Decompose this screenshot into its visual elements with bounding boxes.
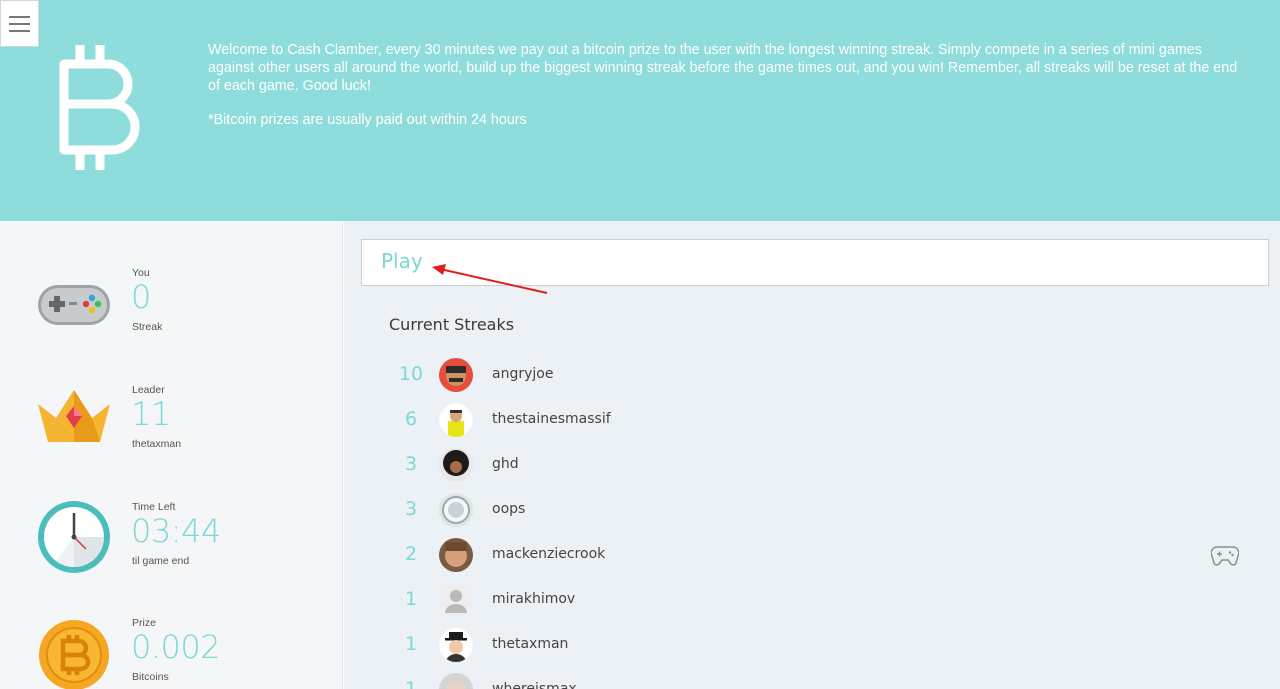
- streak-row: 1 thetaxman: [389, 625, 889, 665]
- menu-button[interactable]: [0, 0, 39, 47]
- stat-time-left: Time Left 03:44 til game end: [0, 501, 343, 591]
- stat-prize-value: 0.002: [131, 628, 221, 666]
- welcome-text: Welcome to Cash Clamber, every 30 minute…: [208, 42, 1238, 94]
- user-avatar[interactable]: [439, 628, 473, 662]
- bitcoin-coin-icon: [39, 620, 109, 689]
- streak-username[interactable]: oops: [492, 501, 525, 517]
- streak-value: 3: [404, 498, 418, 520]
- stat-prize: Prize 0.002 Bitcoins: [0, 617, 343, 689]
- stat-time-sub: til game end: [132, 555, 190, 567]
- streak-username[interactable]: mackenziecrook: [492, 546, 605, 562]
- streak-value: 10: [398, 363, 424, 385]
- user-avatar[interactable]: [439, 448, 473, 482]
- bitcoin-logo-icon: [59, 45, 140, 170]
- user-avatar[interactable]: [439, 538, 473, 572]
- streak-value: 1: [404, 678, 418, 689]
- small-gamepad-icon[interactable]: [1211, 544, 1239, 566]
- user-avatar[interactable]: [439, 358, 473, 392]
- streak-username[interactable]: thestainesmassif: [492, 411, 611, 427]
- streak-row: 1 whereismax: [389, 670, 889, 689]
- streak-value: 1: [404, 588, 418, 610]
- streak-row: 6 thestainesmassif: [389, 400, 889, 440]
- play-label: Play: [381, 249, 423, 273]
- menu-icon: [9, 15, 30, 18]
- streak-row: 10 angryjoe: [389, 355, 889, 395]
- stats-sidebar: You 0 Streak Leader 11 thetaxman Time Le…: [0, 221, 343, 689]
- menu-icon: [9, 29, 30, 32]
- streak-row: 3 oops: [389, 490, 889, 530]
- stat-leader: Leader 11 thetaxman: [0, 384, 343, 474]
- streak-value: 3: [404, 453, 418, 475]
- stat-you-sub: Streak: [132, 321, 163, 333]
- stat-time-value: 03:44: [131, 512, 221, 550]
- header-banner: Welcome to Cash Clamber, every 30 minute…: [0, 0, 1280, 221]
- current-streaks-title: Current Streaks: [389, 315, 515, 334]
- stat-you-value: 0: [131, 278, 151, 316]
- streak-row: 2 mackenziecrook: [389, 535, 889, 575]
- clock-icon: [38, 501, 110, 573]
- stat-leader-sub: thetaxman: [132, 438, 182, 450]
- stat-leader-value: 11: [131, 395, 171, 433]
- streak-value: 2: [404, 543, 418, 565]
- gamepad-icon: [38, 285, 110, 325]
- streak-username[interactable]: thetaxman: [492, 636, 568, 652]
- user-avatar[interactable]: [439, 673, 473, 689]
- streak-username[interactable]: whereismax: [492, 681, 577, 689]
- streak-value: 6: [404, 408, 418, 430]
- streak-value: 1: [404, 633, 418, 655]
- user-avatar[interactable]: [439, 403, 473, 437]
- payout-note: *Bitcoin prizes are usually paid out wit…: [208, 112, 527, 128]
- user-avatar[interactable]: [439, 493, 473, 527]
- stat-prize-sub: Bitcoins: [132, 671, 169, 683]
- stat-you: You 0 Streak: [0, 267, 343, 357]
- streak-row: 3 ghd: [389, 445, 889, 485]
- streak-row: 1 mirakhimov: [389, 580, 889, 620]
- crown-icon: [38, 390, 110, 442]
- annotation-arrow: [432, 264, 548, 294]
- menu-icon: [9, 22, 30, 25]
- streak-username[interactable]: ghd: [492, 456, 519, 472]
- streak-username[interactable]: angryjoe: [492, 366, 553, 382]
- streak-username[interactable]: mirakhimov: [492, 591, 575, 607]
- user-avatar[interactable]: [439, 583, 473, 617]
